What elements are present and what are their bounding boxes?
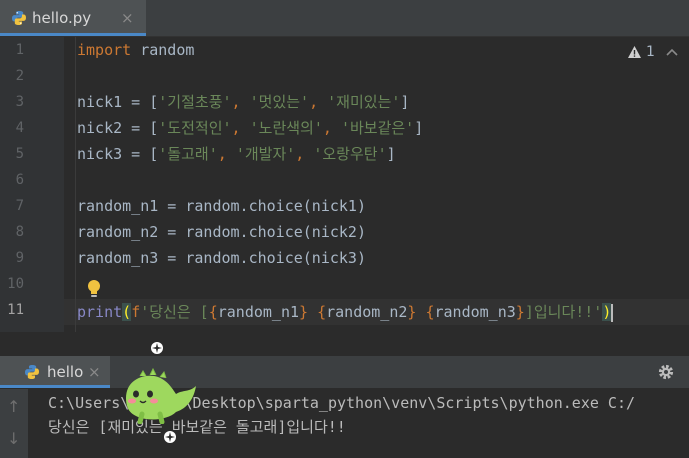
fstring-var: random_n2 xyxy=(326,303,408,321)
inspection-widget[interactable]: 1 xyxy=(627,44,655,60)
separator: , xyxy=(231,93,250,111)
fstring-brace: } xyxy=(515,303,525,321)
text-cursor xyxy=(611,303,614,322)
code-text: random xyxy=(131,41,195,59)
warning-count: 1 xyxy=(646,44,655,60)
run-tab-label: hello xyxy=(47,363,84,381)
line-number: 8 xyxy=(15,224,24,240)
string-literal: '오랑우탄' xyxy=(313,145,387,163)
sparkle-icon xyxy=(151,342,163,354)
fstring-var: random_n1 xyxy=(217,303,300,321)
string-literal: '돌고래' xyxy=(158,145,218,163)
line-number: 9 xyxy=(15,250,24,266)
paren-highlight: ( xyxy=(122,303,132,321)
separator: , xyxy=(309,93,328,111)
line-number-gutter[interactable]: 1 2 3 4 5 6 7 8 9 10 11 xyxy=(0,37,64,332)
python-icon xyxy=(25,365,39,379)
line-number-current: 11 xyxy=(7,302,24,318)
editor-tab-filename: hello.py xyxy=(32,9,92,27)
code-line-9[interactable]: random_n3 = random.choice(nick3) xyxy=(77,245,366,271)
sparkle-icon xyxy=(164,431,176,443)
line-number: 3 xyxy=(15,94,24,110)
code-text: nick2 = [ xyxy=(77,119,159,137)
string-literal: '노란색의' xyxy=(249,119,323,137)
intention-bulb-icon[interactable] xyxy=(86,279,102,299)
line-number: 7 xyxy=(15,198,24,214)
code-line-4[interactable]: nick2 = ['도전적인', '노란색의', '바보같은'] xyxy=(77,115,423,141)
line-number: 5 xyxy=(15,146,24,162)
python-icon xyxy=(12,11,26,25)
gear-icon[interactable] xyxy=(657,363,675,381)
run-tab-hello[interactable]: hello × xyxy=(0,356,110,388)
editor-tab-close-icon[interactable]: × xyxy=(121,9,134,27)
code-line-1[interactable]: import random xyxy=(77,37,194,63)
string-literal: '개발자' xyxy=(235,145,296,163)
line-number: 4 xyxy=(15,120,24,136)
line-number: 1 xyxy=(15,42,24,58)
line-number: 6 xyxy=(15,172,24,188)
keyword: import xyxy=(77,41,132,59)
string-literal: '도전적인' xyxy=(158,119,232,137)
code-text: nick3 = [ xyxy=(77,145,159,163)
console-toolbar: ↑ ↓ xyxy=(0,389,28,458)
builtin-print: print xyxy=(77,303,123,321)
line-number: 2 xyxy=(15,68,24,84)
editor-tab-bar: hello.py × xyxy=(0,0,689,37)
warning-icon xyxy=(628,46,641,58)
code-text: ] xyxy=(414,119,424,137)
separator: , xyxy=(322,119,341,137)
editor-tab-hello-py[interactable]: hello.py × xyxy=(0,0,146,36)
string-literal xyxy=(308,303,317,321)
fstring-prefix: f xyxy=(131,303,141,321)
chevron-up-icon[interactable] xyxy=(666,47,678,57)
indent-guide xyxy=(75,37,76,332)
code-line-8[interactable]: random_n2 = random.choice(nick2) xyxy=(77,219,366,245)
line-number: 10 xyxy=(7,276,24,292)
code-text: nick1 = [ xyxy=(77,93,159,111)
string-literal: ]입니다!!' xyxy=(524,303,603,321)
fstring-brace: { xyxy=(317,303,327,321)
separator: , xyxy=(217,145,236,163)
code-text: ] xyxy=(386,145,396,163)
arrow-up-icon[interactable]: ↑ xyxy=(7,397,20,416)
code-line-7[interactable]: random_n1 = random.choice(nick1) xyxy=(77,193,366,219)
code-line-3[interactable]: nick1 = ['기절초풍', '멋있는', '재미있는'] xyxy=(77,89,409,115)
fstring-var: random_n3 xyxy=(434,303,516,321)
string-literal: '멋있는' xyxy=(249,93,310,111)
paren-highlight: ) xyxy=(602,303,612,321)
string-literal: '당신은 [ xyxy=(140,303,209,321)
code-text: ] xyxy=(400,93,410,111)
panel-divider xyxy=(0,332,689,356)
fstring-brace: { xyxy=(425,303,435,321)
code-line-5[interactable]: nick3 = ['돌고래', '개발자', '오랑우탄'] xyxy=(77,141,396,167)
separator: , xyxy=(231,119,250,137)
arrow-down-icon[interactable]: ↓ xyxy=(7,429,20,448)
string-literal: '재미있는' xyxy=(327,93,401,111)
string-literal: '바보같은' xyxy=(340,119,415,137)
fstring-brace: { xyxy=(208,303,218,321)
string-literal: '기절초풍' xyxy=(158,93,232,111)
code-editor[interactable]: import random nick1 = ['기절초풍', '멋있는', '재… xyxy=(64,37,689,332)
dinosaur-mascot-icon xyxy=(126,368,196,424)
code-line-11[interactable]: print(f'당신은 [{random_n1} {random_n2} {ra… xyxy=(77,299,614,325)
separator: , xyxy=(295,145,314,163)
fstring-brace: } xyxy=(299,303,309,321)
run-tab-close-icon[interactable]: × xyxy=(88,363,101,381)
